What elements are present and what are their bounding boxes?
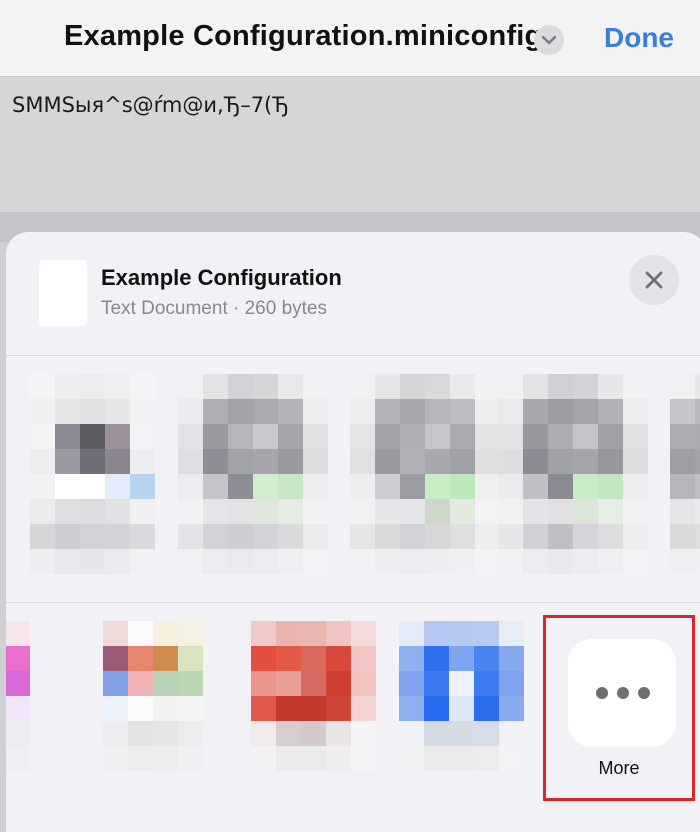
- app-icon[interactable]: [399, 621, 524, 771]
- more-button[interactable]: [568, 639, 676, 747]
- app-icon[interactable]: [251, 621, 376, 771]
- contact-avatar[interactable]: [178, 374, 328, 574]
- more-label: More: [598, 758, 640, 778]
- file-name: Example Configuration: [101, 265, 342, 290]
- chevron-down-icon[interactable]: [534, 25, 564, 55]
- document-text: SMMSыя^s@ŕm@и,Ђ–7(Ђ: [12, 93, 289, 117]
- ellipsis-icon: [596, 687, 650, 699]
- airdrop-people-row: [6, 356, 700, 602]
- contact-avatar[interactable]: [498, 374, 648, 574]
- document-content-area: SMMSыя^s@ŕm@и,Ђ–7(Ђ: [0, 77, 700, 212]
- nav-bar: Example Configuration.miniconfig Done: [0, 0, 700, 77]
- contact-avatar[interactable]: [350, 374, 500, 574]
- file-metadata: Text Document · 260 bytes: [101, 298, 327, 319]
- close-icon: [645, 271, 663, 289]
- app-icon[interactable]: [6, 621, 30, 771]
- app-icon[interactable]: [103, 621, 203, 771]
- contact-avatar[interactable]: [670, 374, 700, 574]
- share-sheet: Example Configuration Text Document · 26…: [6, 232, 700, 832]
- share-sheet-header: Example Configuration Text Document · 26…: [6, 232, 700, 355]
- done-button[interactable]: Done: [604, 22, 674, 54]
- file-thumbnail: [39, 260, 87, 326]
- document-title[interactable]: Example Configuration.miniconfig: [64, 20, 542, 53]
- contact-avatar[interactable]: [30, 374, 155, 574]
- close-button[interactable]: [629, 255, 679, 305]
